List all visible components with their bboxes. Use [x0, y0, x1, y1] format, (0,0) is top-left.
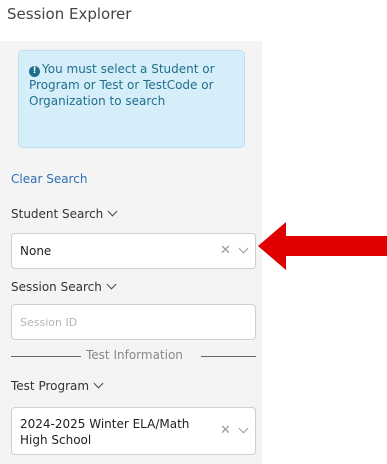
chevron-down-icon — [106, 279, 117, 290]
divider-label: Test Information — [83, 348, 186, 362]
test-program-label: Test Program — [11, 379, 90, 393]
clear-search-link[interactable]: Clear Search — [11, 172, 87, 186]
red-arrow-icon — [258, 222, 387, 270]
test-program-toggle[interactable]: Test Program — [11, 378, 104, 393]
test-program-value-line2: High School — [20, 433, 92, 447]
student-select-value: None — [20, 244, 52, 258]
info-icon: ! — [29, 66, 40, 77]
student-search-toggle[interactable]: Student Search — [11, 206, 118, 221]
test-information-divider: Test Information — [11, 348, 256, 364]
test-program-select-value: 2024-2025 Winter ELA/Math High School — [20, 416, 189, 448]
page-title: Session Explorer — [7, 5, 132, 23]
divider-line-right — [201, 356, 256, 357]
session-search-label: Session Search — [11, 280, 102, 294]
test-program-select[interactable]: 2024-2025 Winter ELA/Math High School ✕ — [11, 407, 256, 455]
info-message: You must select a Student or Program or … — [29, 62, 215, 108]
student-select[interactable]: None ✕ — [11, 233, 256, 269]
session-search-toggle[interactable]: Session Search — [11, 279, 117, 294]
chevron-down-icon — [93, 378, 104, 389]
chevron-down-icon — [107, 206, 118, 217]
chevron-down-icon[interactable] — [238, 423, 249, 434]
test-program-value-line1: 2024-2025 Winter ELA/Math — [20, 417, 190, 431]
session-id-input[interactable] — [11, 304, 256, 340]
divider-line-left — [11, 356, 81, 357]
clear-icon[interactable]: ✕ — [220, 423, 231, 438]
info-alert: ! You must select a Student or Program or… — [18, 50, 245, 148]
student-search-label: Student Search — [11, 207, 104, 221]
chevron-down-icon[interactable] — [238, 243, 249, 254]
clear-icon[interactable]: ✕ — [220, 243, 231, 258]
